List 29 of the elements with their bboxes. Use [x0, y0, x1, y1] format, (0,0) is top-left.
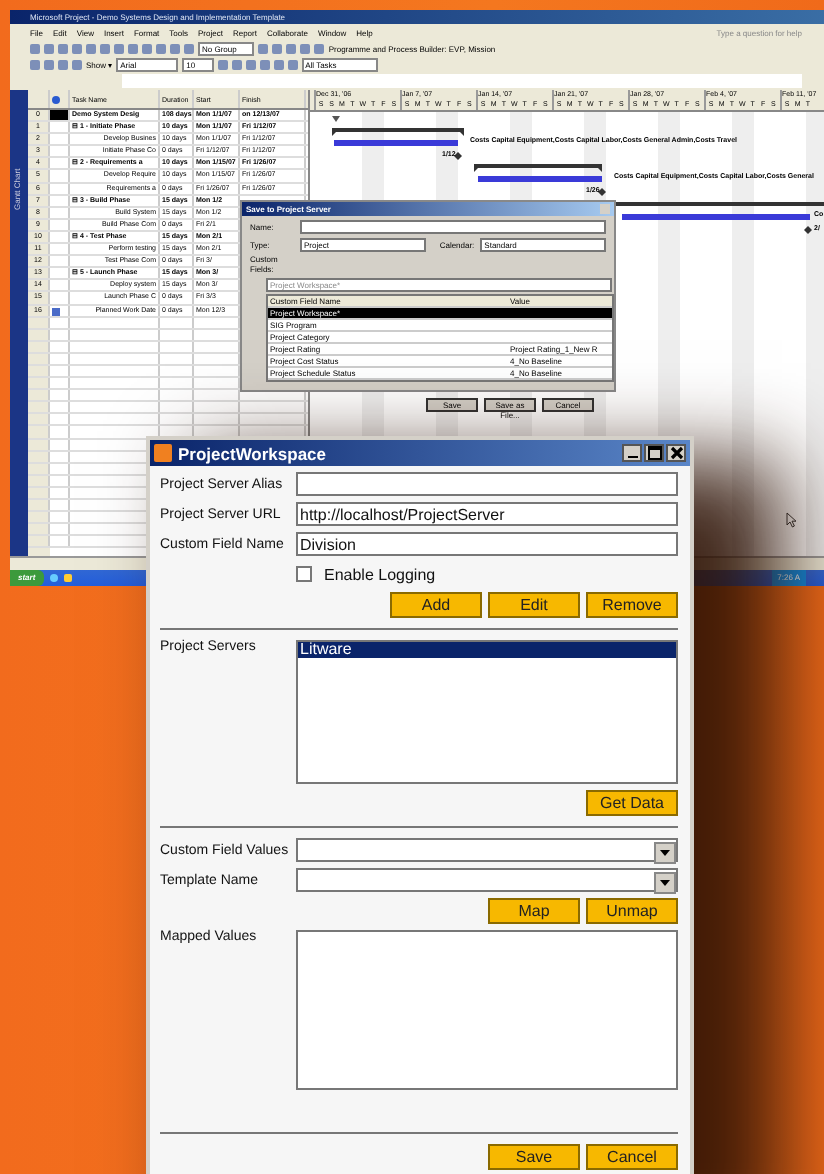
maximize-button[interactable] [644, 444, 664, 462]
window-title: ProjectWorkspace [178, 443, 327, 463]
get-data-button[interactable]: Get Data [586, 790, 678, 816]
minimize-button[interactable] [622, 444, 642, 462]
action-button[interactable]: Add [390, 592, 482, 618]
selected-cell [50, 110, 68, 121]
note-icon [52, 307, 60, 315]
dialog-button[interactable]: Save [488, 1144, 580, 1170]
app-icon [154, 444, 172, 462]
name-field[interactable] [300, 220, 606, 234]
dropdown[interactable] [296, 868, 678, 892]
info-icon [52, 96, 60, 104]
pointer-icon [786, 512, 798, 528]
checkbox[interactable] [296, 566, 312, 582]
folder-icon[interactable] [63, 574, 72, 582]
browser-icon[interactable] [49, 574, 58, 582]
list-item[interactable]: Litware [298, 642, 676, 658]
checkbox-label[interactable]: Enable Logging [324, 565, 436, 583]
entry-field[interactable] [122, 74, 802, 88]
input-field[interactable] [296, 472, 678, 496]
action-button[interactable]: Remove [586, 592, 678, 618]
input-field[interactable]: Division [296, 532, 678, 556]
action-button[interactable]: Edit [488, 592, 580, 618]
close-button[interactable] [666, 444, 686, 462]
input-field[interactable]: http://localhost/ProjectServer [296, 502, 678, 526]
dialog-button[interactable]: Cancel [586, 1144, 678, 1170]
action-button[interactable]: Map [488, 898, 580, 924]
dropdown[interactable] [296, 838, 678, 862]
action-button[interactable]: Unmap [586, 898, 678, 924]
